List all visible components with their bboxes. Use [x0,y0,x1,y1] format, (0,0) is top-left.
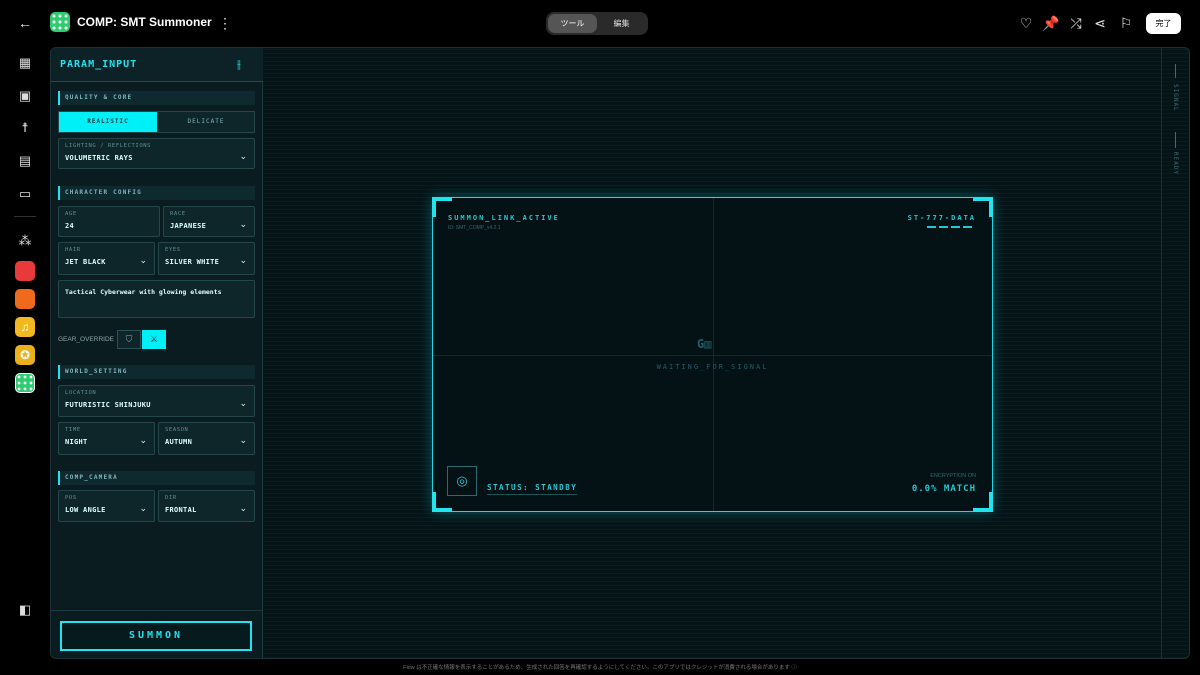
chevron-down-icon: ⌄ [239,219,247,229]
waiting-text: WAITING_FOR_SIGNAL [656,363,769,371]
hair-select[interactable]: HAIR JET BLACK ⌄ [58,242,155,275]
rail-divider [14,216,36,217]
movie-icon[interactable]: ▤ [15,151,35,171]
music-app-icon[interactable]: ♫ [15,317,35,337]
chevron-down-icon: ⌄ [139,503,147,513]
gear-override-label: GEAR_OVERRIDE [58,336,114,343]
summon-viewer: SUMMON_LINK_ACTIVE ID: SMT_COMP_v4.2.1 S… [432,197,993,512]
swords-icon[interactable]: ⚔ [142,330,166,349]
mode-switch: ツール 編集 [546,12,648,35]
done-button[interactable]: 完了 [1146,13,1181,34]
outfit-textarea[interactable]: Tactical Cyberwear with glowing elements [58,280,255,318]
fingerprint-icon: ◎ [447,466,477,496]
chevron-down-icon: ⌄ [139,255,147,265]
time-select[interactable]: TIME NIGHT ⌄ [58,422,155,455]
season-select[interactable]: SEASON AUTUMN ⌄ [158,422,255,455]
sidebar-toggle-icon[interactable]: ◧ [15,600,35,620]
center-logo-icon: G▥ [697,337,712,351]
session-id: ID: SMT_COMP_v4.2.1 [448,225,501,231]
pin-icon[interactable]: 📌 [1041,13,1061,33]
match-value: 0.0% MATCH [911,484,976,494]
chevron-down-icon: ⌄ [239,151,247,161]
section-quality: QUALITY & CORE [58,91,255,105]
dir-select[interactable]: DIR FRONTAL ⌄ [158,490,255,522]
corner-tr [973,197,993,217]
footer-disclaimer: Flow は不正確な情報を表示することがあるため、生成された回答を再確認するよう… [403,665,797,671]
app-orange-icon[interactable] [15,289,35,309]
realistic-option[interactable]: REALISTIC [59,112,157,132]
chevron-down-icon: ⌄ [239,435,247,445]
more-vert-icon[interactable]: ⋮ [215,13,235,33]
pos-select[interactable]: POS LOW ANGLE ⌄ [58,490,155,522]
ready-label: READY [1172,152,1179,176]
app-title: COMP: SMT Summoner [77,15,212,29]
location-select[interactable]: LOCATION FUTURISTIC SHINJUKU ⌄ [58,385,255,417]
main-frame: PARAM_INPUT ⫲ QUALITY & CORE REALISTIC D… [50,47,1190,659]
back-arrow-icon[interactable]: ← [15,13,35,33]
corner-br [973,492,993,512]
panel-header: PARAM_INPUT ⫲ [51,48,263,82]
quality-toggle: REALISTIC DELICATE [58,111,255,133]
flag-icon[interactable]: ⚐ [1116,13,1136,33]
age-field[interactable]: AGE 24 [58,206,160,237]
chevron-down-icon: ⌄ [239,398,247,408]
chevron-down-icon: ⌄ [239,255,247,265]
apps-sparkle-icon[interactable]: ⁂ [15,231,35,251]
shield-icon[interactable]: ⛉ [117,330,141,349]
panel-title: PARAM_INPUT [60,59,138,70]
chevron-down-icon: ⌄ [239,503,247,513]
eyes-select[interactable]: EYES SILVER WHITE ⌄ [158,242,255,275]
signal-bar: SIGNAL READY [1161,48,1189,658]
heart-icon[interactable]: ♡ [1016,13,1036,33]
shuffle-icon[interactable]: ⤮ [1066,13,1086,33]
crosshair-horizontal [433,355,992,356]
summon-button[interactable]: SUMMON [60,621,252,651]
delicate-option[interactable]: DELICATE [157,112,255,132]
section-character: CHARACTER CONFIG [58,186,255,200]
knot-app-icon[interactable]: ✪ [15,345,35,365]
param-panel: PARAM_INPUT ⫲ QUALITY & CORE REALISTIC D… [51,48,263,658]
app-red-icon[interactable] [15,261,35,281]
folder-upload-icon[interactable]: ▭ [15,184,35,204]
link-status: SUMMON_LINK_ACTIVE [448,214,560,222]
chevron-down-icon: ⌄ [139,435,147,445]
app-logo [50,12,70,32]
section-camera: COMP_CAMERA [58,471,255,485]
encryption-label: ENCRYPTION ON [930,473,976,479]
accessibility-icon[interactable]: ☨ [15,118,35,138]
lighting-select[interactable]: LIGHTING / REFLECTIONS VOLUMETRIC RAYS ⌄ [58,138,255,169]
summon-area: SUMMON [51,610,263,658]
image-icon[interactable]: ▣ [15,86,35,106]
signal-label: SIGNAL [1172,84,1179,112]
tab-tools[interactable]: ツール [548,14,597,33]
dashboard-icon[interactable]: ▦ [15,53,35,73]
green-dots-app-icon[interactable] [15,373,35,393]
data-dashes [927,226,975,228]
tab-edit[interactable]: 編集 [597,14,646,33]
section-world: WORLD_SETTING [58,365,255,379]
status-text: STATUS: STANDBY [487,483,578,495]
data-tag: ST-777-DATA [907,214,976,222]
sliders-icon[interactable]: ⫲ [237,57,253,73]
share-icon[interactable]: ⋖ [1090,13,1110,33]
race-select[interactable]: RACE JAPANESE ⌄ [163,206,255,237]
ready-tick [1175,132,1176,148]
top-bar: ← COMP: SMT Summoner ⋮ ツール 編集 ♡ 📌 ⤮ ⋖ ⚐ … [0,0,1200,46]
signal-tick [1175,64,1176,78]
